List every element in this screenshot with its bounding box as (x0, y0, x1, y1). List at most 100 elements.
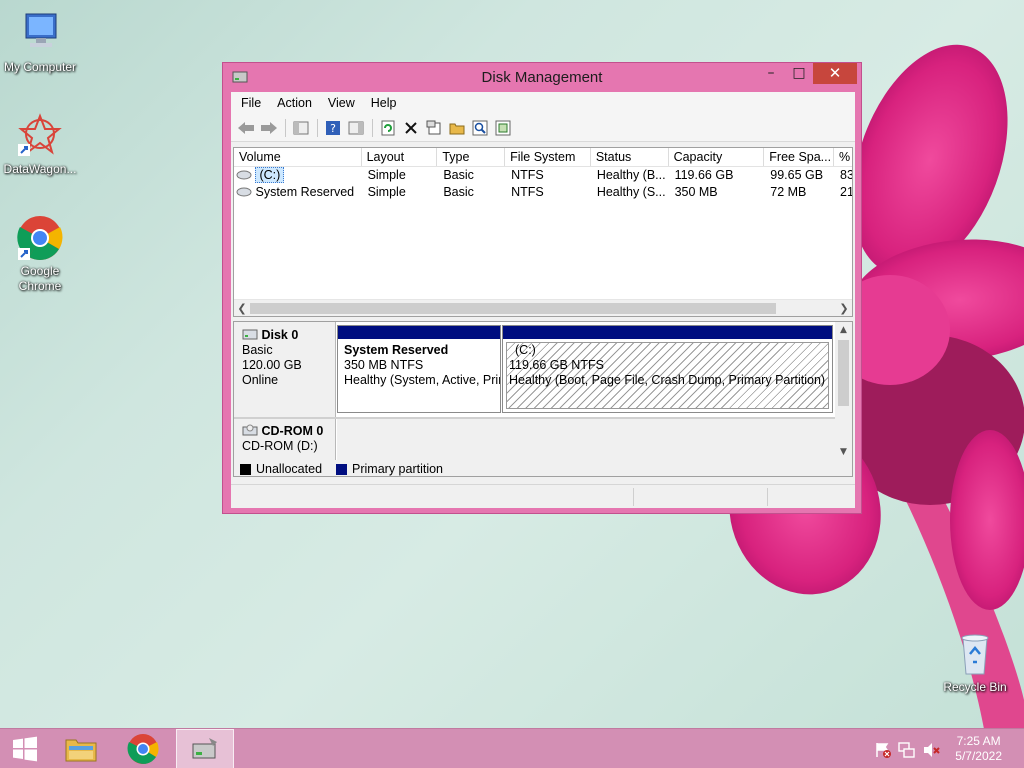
menu-help[interactable]: Help (363, 92, 405, 114)
table-row[interactable]: (C:) Simple Basic NTFS Healthy (B... 119… (234, 167, 852, 184)
taskbar-clock[interactable]: 7:25 AM 5/7/2022 (955, 734, 1002, 764)
status-pane (767, 488, 855, 506)
column-header-percent-free[interactable]: % F (834, 148, 852, 166)
file-system-cell: NTFS (511, 168, 544, 182)
capacity-cell: 350 MB (674, 185, 718, 199)
volume-list-header: Volume Layout Type File System Status Ca… (234, 148, 852, 167)
show-hide-console-tree-button[interactable] (290, 117, 312, 139)
desktop-icon-google-chrome[interactable]: Google Chrome (0, 214, 80, 294)
magnifier-icon (472, 120, 488, 135)
column-header-status[interactable]: Status (591, 148, 669, 166)
refresh-icon (381, 120, 395, 135)
scroll-down-icon[interactable]: ▼ (835, 444, 852, 460)
delete-x-icon (405, 121, 417, 134)
window-titlebar[interactable]: Disk Management – □ ✕ (223, 63, 861, 91)
properties-icon (426, 120, 441, 134)
maximize-button[interactable]: □ (785, 63, 813, 84)
partition-size: 119.66 GB NTFS (509, 358, 604, 372)
show-hide-action-pane-button[interactable] (345, 117, 367, 139)
windows-logo-icon (13, 736, 37, 762)
explore-button[interactable] (469, 117, 491, 139)
column-header-type[interactable]: Type (437, 148, 506, 166)
clock-time: 7:25 AM (956, 734, 1001, 748)
cdrom-area (337, 419, 836, 460)
scroll-up-icon[interactable]: ▲ (835, 322, 852, 338)
action-center-flag-icon[interactable] (874, 741, 892, 759)
column-header-file-system[interactable]: File System (505, 148, 591, 166)
desktop-icon-recycle-bin[interactable]: Recycle Bin (935, 630, 1015, 695)
status-cell: Healthy (S... (596, 185, 666, 199)
minimize-button[interactable]: – (757, 63, 785, 84)
disk-management-icon (192, 738, 217, 759)
capacity-cell: 119.66 GB (674, 168, 734, 182)
clock-date: 5/7/2022 (955, 749, 1002, 763)
menu-action[interactable]: Action (269, 92, 320, 114)
desktop-icon-label: Recycle Bin (943, 680, 1007, 694)
desktop-icon-label: My Computer (3, 60, 77, 74)
volume-cell: System Reserved (234, 184, 362, 201)
recycle-bin-icon (961, 634, 989, 675)
free-space-cell: 99.65 GB (770, 168, 824, 182)
column-header-volume[interactable]: Volume (234, 148, 362, 166)
desktop-icon-datawagon[interactable]: DataWagon... (0, 112, 80, 177)
disk-management-window: Disk Management – □ ✕ File Action View H… (222, 62, 862, 514)
graphical-view-vertical-scrollbar[interactable]: ▲ ▼ (835, 322, 852, 460)
start-button[interactable] (0, 729, 50, 768)
scrollbar-thumb[interactable] (838, 340, 849, 406)
volume-list: Volume Layout Type File System Status Ca… (233, 147, 853, 317)
close-button[interactable]: ✕ (813, 63, 857, 84)
volume-muted-icon[interactable] (922, 741, 940, 759)
help-button[interactable]: ? (322, 117, 344, 139)
datawagon-icon (18, 113, 62, 156)
menu-file[interactable]: File (233, 92, 269, 114)
column-header-layout[interactable]: Layout (362, 148, 438, 166)
table-row[interactable]: System Reserved Simple Basic NTFS Health… (234, 184, 852, 201)
column-header-free-space[interactable]: Free Spa... (764, 148, 835, 166)
disk-0-label[interactable]: Disk 0 Basic 120.00 GB Online (234, 322, 336, 418)
partition-status: Healthy (Boot, Page File, Crash Dump, Pr… (509, 373, 826, 387)
partition-title: (C:) (515, 343, 536, 357)
partition-title: System Reserved (344, 343, 449, 357)
partition-size: 350 MB NTFS (344, 358, 424, 372)
legend-primary-partition: Primary partition (352, 462, 444, 476)
scroll-left-icon[interactable]: ❮ (234, 300, 250, 316)
network-icon[interactable] (898, 741, 916, 759)
status-bar (231, 484, 855, 508)
taskbar-google-chrome[interactable] (114, 729, 172, 768)
open-button[interactable] (446, 117, 468, 139)
refresh-button[interactable] (377, 117, 399, 139)
desktop-icon-my-computer[interactable]: My Computer (0, 10, 80, 75)
back-button[interactable] (235, 117, 257, 139)
volume-list-horizontal-scrollbar[interactable]: ❮ ❯ (234, 299, 852, 316)
help-icon: ? (326, 120, 340, 135)
column-header-capacity[interactable]: Capacity (669, 148, 765, 166)
desktop-icon-label: DataWagon... (3, 162, 77, 176)
arrow-right-icon (261, 121, 277, 134)
scroll-right-icon[interactable]: ❯ (836, 300, 852, 316)
taskbar-disk-management[interactable] (176, 729, 234, 768)
toolbar-separator (317, 118, 318, 137)
forward-button[interactable] (258, 117, 280, 139)
menu-view[interactable]: View (320, 92, 363, 114)
layout-cell: Simple (367, 185, 406, 199)
taskbar-file-explorer[interactable] (52, 729, 110, 768)
volume-cell: (C:) (234, 167, 362, 184)
disk-type: Basic (242, 343, 273, 357)
settings-button[interactable] (492, 117, 514, 139)
disk-state: Online (242, 373, 279, 387)
partition-legend: Unallocated Primary partition (234, 460, 852, 476)
cdrom-0-label[interactable]: CD-ROM 0 CD-ROM (D:) (234, 419, 336, 460)
partition-c-drive[interactable]: (C:) 119.66 GB NTFS Healthy (Boot, Page … (502, 325, 833, 413)
file-explorer-icon (65, 739, 97, 762)
status-cell: Healthy (B... (596, 168, 666, 182)
cdrom-sub: CD-ROM (D:) (242, 439, 318, 453)
unallocated-swatch (240, 463, 251, 475)
scrollbar-thumb[interactable] (250, 303, 776, 314)
legend-unallocated: Unallocated (256, 462, 323, 476)
status-pane (633, 488, 767, 506)
delete-button[interactable] (400, 117, 422, 139)
partition-system-reserved[interactable]: System Reserved 350 MB NTFS Healthy (Sys… (337, 325, 501, 413)
properties-button[interactable] (423, 117, 445, 139)
computer-icon (25, 13, 57, 47)
taskbar: 7:25 AM 5/7/2022 (0, 728, 1024, 768)
